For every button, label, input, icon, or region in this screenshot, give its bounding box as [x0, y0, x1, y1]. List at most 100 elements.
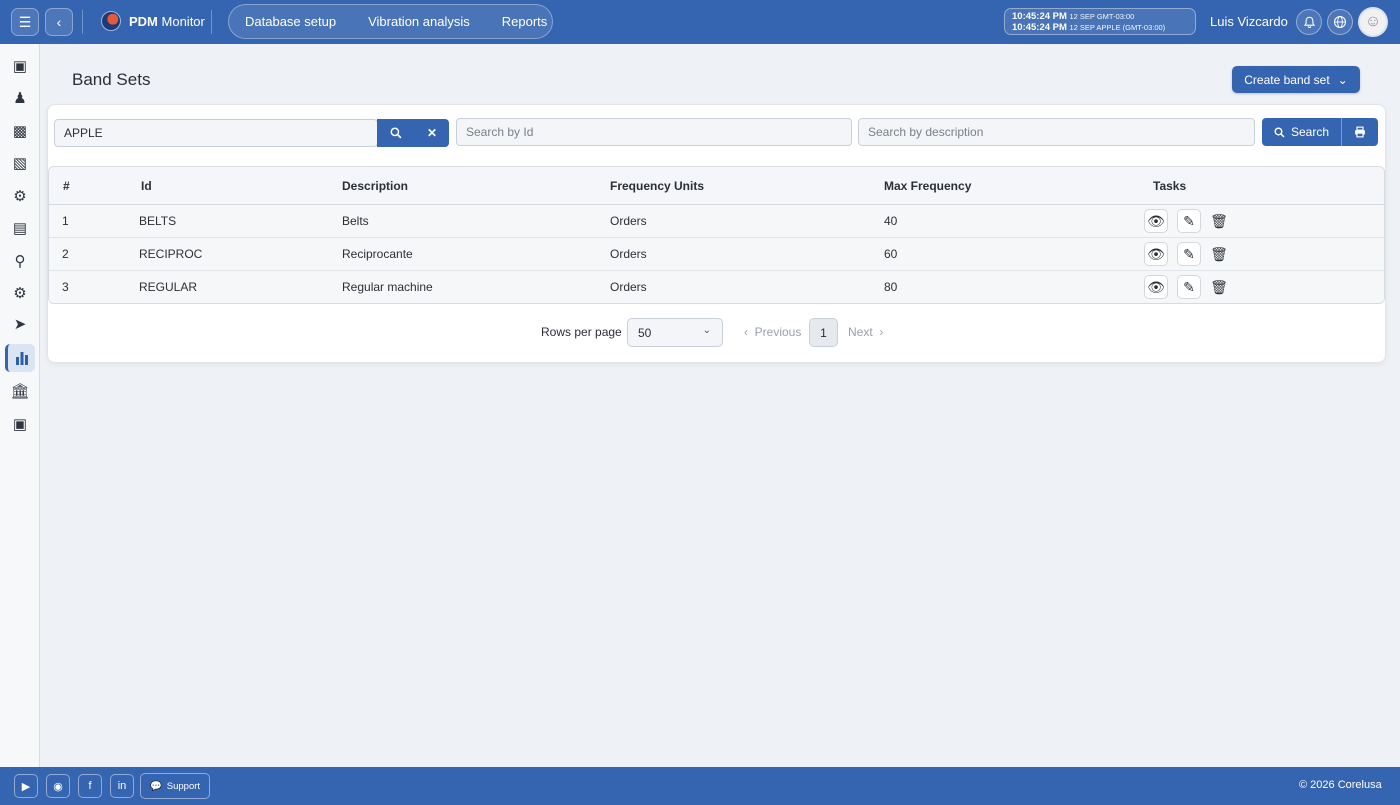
- row-id: REGULAR: [139, 280, 198, 294]
- customer-time-meta: 12 SEP APPLE (GMT-03:00): [1069, 23, 1166, 32]
- col-header-tasks: Tasks: [1153, 179, 1187, 193]
- next-page-button[interactable]: Next ›: [848, 325, 883, 339]
- row-num: 3: [62, 280, 69, 294]
- sidebar: ▣ ♟ ▩ ▧ ⚙ ▤ ⚲ ⚙ ➤ 🏛 ▣: [0, 44, 40, 767]
- col-header-description[interactable]: Description: [342, 179, 408, 193]
- clear-customer-button[interactable]: ✕: [415, 119, 449, 147]
- print-icon: [1355, 126, 1365, 138]
- table-row: 2 RECIPROC Reciprocante Orders 60 👁 ✎ 🗑: [49, 238, 1384, 271]
- edit-icon[interactable]: ✎: [1177, 275, 1201, 299]
- chevron-down-icon: ⌄: [1337, 72, 1348, 87]
- chevron-down-icon: ⌄: [702, 325, 711, 336]
- local-time-meta: 12 SEP GMT-03:00: [1069, 12, 1135, 21]
- row-max-frequency: 80: [884, 280, 898, 294]
- view-icon[interactable]: 👁: [1144, 242, 1168, 266]
- back-icon[interactable]: ‹: [45, 8, 73, 36]
- rows-per-page-select[interactable]: 50 ⌄: [627, 318, 723, 347]
- row-id: BELTS: [139, 214, 177, 228]
- search-button[interactable]: Search: [1262, 118, 1341, 146]
- worker-icon[interactable]: ♟: [5, 84, 35, 112]
- search-button-label: Search: [1290, 125, 1330, 139]
- app-name-bold: PDM: [129, 13, 158, 29]
- create-band-set-label: Create band set: [1244, 72, 1330, 87]
- top-bar: ☰ ‹ PDM Monitor Database setup Vibration…: [0, 0, 1400, 44]
- support-button[interactable]: 💬 Support: [140, 773, 210, 799]
- footer: ▶ ◉ f in 💬 Support © 2026 Corelusa: [0, 767, 1400, 805]
- chip-icon[interactable]: ▣: [5, 410, 35, 438]
- view-icon[interactable]: 👁: [1144, 209, 1168, 233]
- facebook-icon[interactable]: f: [78, 774, 102, 798]
- id-search-input[interactable]: [456, 118, 852, 146]
- trash-icon[interactable]: 🗑: [1207, 275, 1231, 299]
- building-icon[interactable]: ▣: [5, 52, 35, 80]
- row-frequency-units: Orders: [610, 247, 647, 261]
- local-time: 10:45:24 PM: [1012, 11, 1067, 22]
- row-description: Reciprocante: [342, 247, 413, 261]
- app-brand[interactable]: PDM Monitor: [101, 11, 205, 31]
- institution-icon[interactable]: 🏛: [5, 377, 35, 405]
- row-description: Regular machine: [342, 280, 433, 294]
- next-label: Next: [848, 325, 873, 339]
- support-label: Support: [166, 780, 201, 792]
- rocket-icon[interactable]: ➤: [5, 310, 35, 338]
- divider: [82, 10, 83, 34]
- row-max-frequency: 60: [884, 247, 898, 261]
- col-header-frequency-units[interactable]: Frequency Units: [610, 179, 704, 193]
- customer-filter-input[interactable]: [54, 119, 378, 147]
- close-icon: ✕: [426, 126, 438, 140]
- copyright: © 2026 Corelusa: [1299, 779, 1382, 791]
- avatar[interactable]: ☺: [1358, 7, 1388, 37]
- globe-icon[interactable]: [1327, 9, 1353, 35]
- previous-page-button[interactable]: ‹ Previous: [744, 325, 801, 339]
- github-icon[interactable]: ◉: [46, 774, 70, 798]
- customer-time: 10:45:24 PM: [1012, 22, 1067, 33]
- col-header-max-frequency[interactable]: Max Frequency: [884, 179, 971, 193]
- clock-display: 10:45:24 PM 12 SEP GMT-03:00 10:45:24 PM…: [1004, 8, 1196, 35]
- trash-icon[interactable]: 🗑: [1207, 242, 1231, 266]
- edit-icon[interactable]: ✎: [1177, 209, 1201, 233]
- app-name-rest: Monitor: [161, 13, 205, 29]
- trash-icon[interactable]: 🗑: [1207, 209, 1231, 233]
- youtube-icon[interactable]: ▶: [14, 774, 38, 798]
- create-band-set-button[interactable]: Create band set ⌄: [1232, 66, 1360, 93]
- page-title: Band Sets: [72, 70, 151, 89]
- nav-database-setup[interactable]: Database setup: [245, 14, 336, 29]
- rows-per-page-label: Rows per page: [541, 325, 622, 339]
- menu-icon[interactable]: ☰: [11, 8, 39, 36]
- edit-icon[interactable]: ✎: [1177, 242, 1201, 266]
- page-number-button[interactable]: 1: [809, 318, 838, 347]
- row-frequency-units: Orders: [610, 214, 647, 228]
- machine-icon[interactable]: ▤: [5, 214, 35, 242]
- view-icon[interactable]: 👁: [1144, 275, 1168, 299]
- row-num: 2: [62, 247, 69, 261]
- col-header-num: #: [63, 179, 70, 193]
- bell-icon[interactable]: [1296, 9, 1322, 35]
- rows-per-page-value: 50: [638, 326, 652, 340]
- table-header: # Id Description Frequency Units Max Fre…: [49, 167, 1384, 205]
- band-sets-chart-icon[interactable]: [5, 344, 35, 372]
- user-name[interactable]: Luis Vizcardo: [1210, 14, 1288, 29]
- row-max-frequency: 40: [884, 214, 898, 228]
- area-icon[interactable]: ▧: [5, 149, 35, 177]
- previous-label: Previous: [754, 325, 802, 339]
- row-id: RECIPROC: [139, 247, 203, 261]
- band-sets-table: # Id Description Frequency Units Max Fre…: [48, 166, 1385, 304]
- nav-reports[interactable]: Reports: [502, 14, 548, 29]
- bearing-icon[interactable]: ⚙: [5, 279, 35, 307]
- gears-icon[interactable]: ⚙: [5, 182, 35, 210]
- row-frequency-units: Orders: [610, 280, 647, 294]
- description-search-input[interactable]: [858, 118, 1255, 146]
- col-header-id[interactable]: Id: [141, 179, 152, 193]
- search-icon: [390, 127, 402, 139]
- divider: [211, 10, 212, 34]
- table-row: 3 REGULAR Regular machine Orders 80 👁 ✎ …: [49, 271, 1384, 303]
- nav-vibration-analysis[interactable]: Vibration analysis: [368, 14, 470, 29]
- chat-icon: 💬: [149, 780, 162, 792]
- customer-search-button[interactable]: [377, 119, 415, 147]
- main-nav: Database setup Vibration analysis Report…: [228, 4, 553, 39]
- factory-icon[interactable]: ▩: [5, 117, 35, 145]
- linkedin-icon[interactable]: in: [110, 774, 134, 798]
- app-logo: [101, 11, 121, 31]
- print-button[interactable]: [1341, 118, 1378, 146]
- point-icon[interactable]: ⚲: [5, 247, 35, 275]
